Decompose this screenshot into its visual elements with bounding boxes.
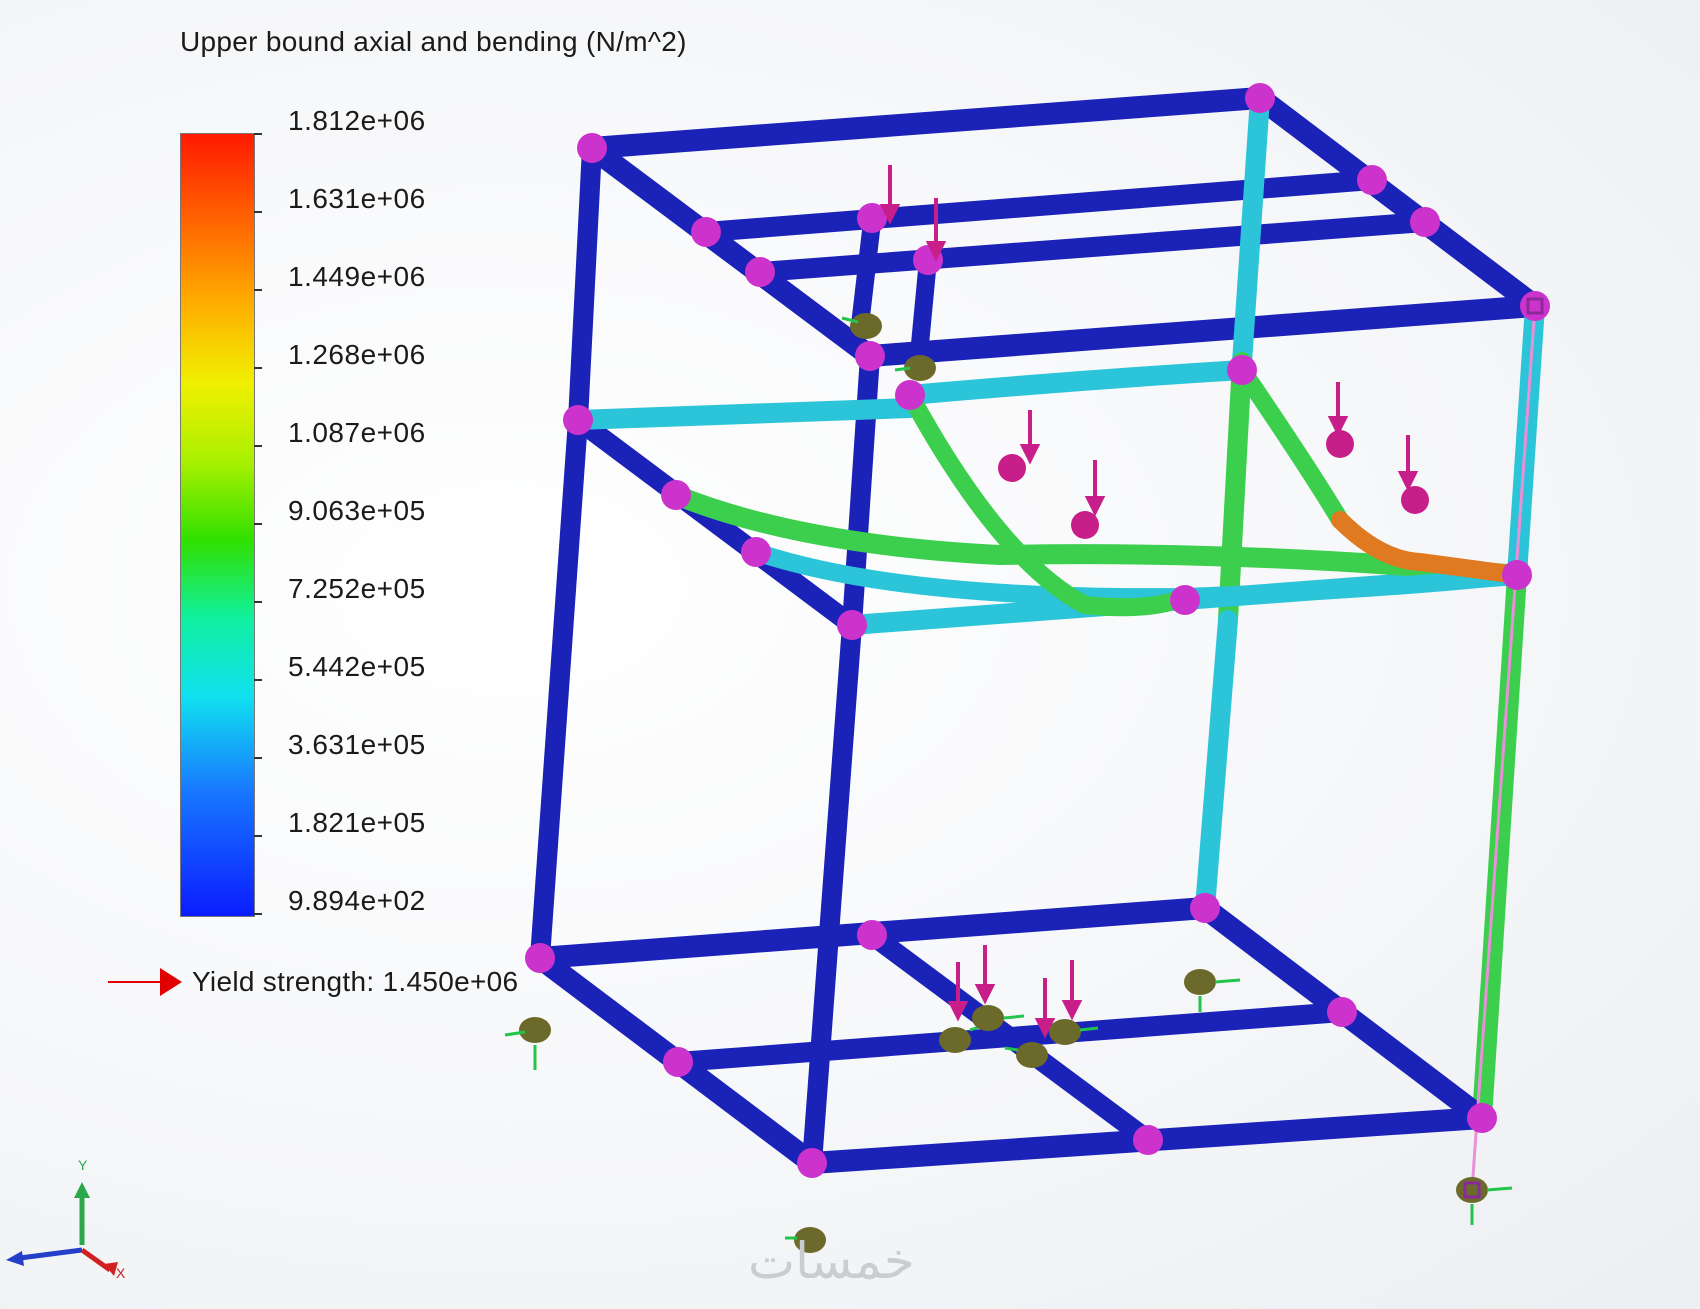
joint-node — [661, 480, 691, 510]
beam — [581, 87, 1271, 159]
joint-node — [525, 943, 555, 973]
joint-node — [1467, 1103, 1497, 1133]
joint-node — [691, 217, 721, 247]
beam — [909, 251, 937, 374]
beam — [1233, 361, 1349, 529]
fixture-icon — [1456, 1177, 1513, 1225]
frame-model[interactable] — [0, 0, 1700, 1309]
joint-node — [1170, 585, 1200, 615]
joint-node — [857, 920, 887, 950]
beam — [900, 360, 1252, 405]
joint-node — [837, 610, 867, 640]
beam — [568, 410, 862, 635]
watermark-logo: خمسات — [748, 1232, 915, 1290]
joint-node — [797, 1148, 827, 1178]
beam — [859, 295, 1546, 367]
joint-node — [1133, 1125, 1163, 1155]
joint-node — [1327, 997, 1357, 1027]
reference-line — [1470, 304, 1537, 1192]
yield-arrow-icon — [160, 968, 182, 996]
beam — [568, 138, 602, 430]
joint-node — [577, 133, 607, 163]
joint-node — [663, 1047, 693, 1077]
joint-node — [1357, 165, 1387, 195]
beam — [802, 615, 862, 1173]
load-arrow-icon — [879, 165, 901, 225]
load-arrow-icon — [1397, 435, 1419, 492]
beam — [1195, 610, 1238, 918]
load-arrow-icon — [1084, 460, 1106, 517]
load-arrow-icon — [974, 945, 996, 1005]
joint-node — [855, 341, 885, 371]
beam — [568, 398, 920, 430]
axis-triad: Y X — [6, 1157, 126, 1281]
load-arrow-icon — [1327, 382, 1349, 437]
simulation-viewport[interactable]: Upper bound axial and bending (N/m^2) 1.… — [0, 0, 1700, 1309]
beam — [1218, 352, 1252, 630]
joint-node — [1190, 893, 1220, 923]
joint-node — [1502, 560, 1532, 590]
joint-node — [563, 405, 593, 435]
yield-strength-label: Yield strength: 1.450e+06 — [192, 966, 519, 997]
joint-node — [745, 257, 775, 287]
joint-node — [1227, 355, 1257, 385]
joint-node — [1410, 207, 1440, 237]
fixture-icon — [1184, 969, 1241, 1012]
beam — [1249, 87, 1546, 317]
load-arrow-icon — [1019, 410, 1041, 465]
beam — [581, 137, 881, 367]
joint-node — [1245, 83, 1275, 113]
beam — [1472, 565, 1527, 1128]
beam — [851, 213, 881, 334]
yield-strength-indicator: Yield strength: 1.450e+06 — [108, 964, 518, 1000]
yield-arrow-line — [108, 981, 160, 983]
beam — [901, 386, 1194, 617]
joint-node — [895, 380, 925, 410]
load-arrow-icon — [1034, 978, 1056, 1039]
load-arrow-icon — [1061, 960, 1083, 1021]
joint-node — [741, 537, 771, 567]
triad-y-label: Y — [78, 1157, 88, 1173]
beam — [530, 410, 588, 968]
joint-node — [1520, 291, 1550, 321]
fixture-icon — [504, 1017, 551, 1070]
triad-x-label: X — [116, 1265, 126, 1281]
